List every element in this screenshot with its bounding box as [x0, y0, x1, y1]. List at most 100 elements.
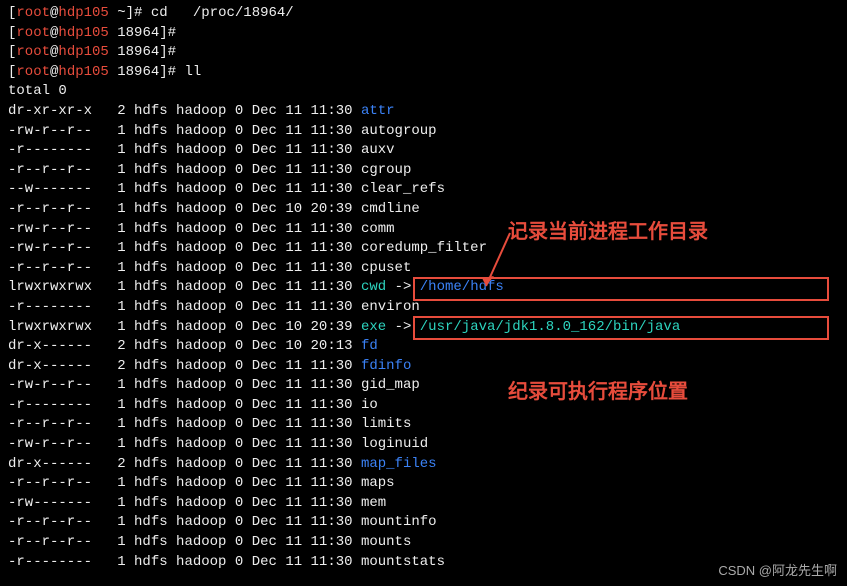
- prompt-line-4[interactable]: [root@hdp105 18964]# ll: [8, 63, 839, 83]
- prompt-line-2: [root@hdp105 18964]#: [8, 24, 839, 44]
- perm: dr-x------: [8, 338, 92, 354]
- time: 11:30: [311, 514, 353, 530]
- links: 1: [92, 162, 126, 178]
- month: Dec: [252, 416, 277, 432]
- listing-row: -r-------- 1 hdfs hadoop 0 Dec 11 11:30 …: [8, 298, 839, 318]
- perm: dr-x------: [8, 456, 92, 472]
- listing-row: lrwxrwxrwx 1 hdfs hadoop 0 Dec 11 11:30 …: [8, 278, 839, 298]
- user: hdfs: [134, 260, 168, 276]
- time: 11:30: [311, 240, 353, 256]
- user: hdfs: [134, 554, 168, 570]
- time: 11:30: [311, 416, 353, 432]
- group: hadoop: [176, 436, 226, 452]
- time: 11:30: [311, 475, 353, 491]
- link-arrow: ->: [386, 319, 420, 335]
- group: hadoop: [176, 377, 226, 393]
- listing-row: -rw-r--r-- 1 hdfs hadoop 0 Dec 11 11:30 …: [8, 376, 839, 396]
- month: Dec: [252, 475, 277, 491]
- file-name: limits: [361, 416, 411, 432]
- month: Dec: [252, 260, 277, 276]
- month: Dec: [252, 534, 277, 550]
- time: 20:39: [311, 201, 353, 217]
- group: hadoop: [176, 554, 226, 570]
- annotation-cwd: 记录当前进程工作目录: [508, 218, 708, 246]
- file-name: exe: [361, 319, 386, 335]
- links: 2: [92, 358, 126, 374]
- perm: dr-xr-xr-x: [8, 103, 92, 119]
- perm: -r--r--r--: [8, 162, 92, 178]
- size: 0: [235, 495, 243, 511]
- month: Dec: [252, 221, 277, 237]
- perm: --w-------: [8, 181, 92, 197]
- link-arrow: ->: [386, 279, 420, 295]
- size: 0: [235, 397, 243, 413]
- size: 0: [235, 456, 243, 472]
- size: 0: [235, 319, 243, 335]
- group: hadoop: [176, 279, 226, 295]
- size: 0: [235, 299, 243, 315]
- day: 11: [285, 123, 302, 139]
- user: hdfs: [134, 534, 168, 550]
- user: hdfs: [134, 240, 168, 256]
- group: hadoop: [176, 201, 226, 217]
- day: 11: [285, 299, 302, 315]
- size: 0: [235, 358, 243, 374]
- links: 1: [92, 377, 126, 393]
- time: 11:30: [311, 123, 353, 139]
- links: 1: [92, 534, 126, 550]
- perm: -r--r--r--: [8, 416, 92, 432]
- perm: -rw-r--r--: [8, 221, 92, 237]
- user: hdfs: [134, 201, 168, 217]
- time: 11:30: [311, 279, 353, 295]
- day: 11: [285, 240, 302, 256]
- prompt-line-1[interactable]: [root@hdp105 ~]# cd /proc/18964/: [8, 4, 839, 24]
- month: Dec: [252, 299, 277, 315]
- user: hdfs: [134, 279, 168, 295]
- group: hadoop: [176, 416, 226, 432]
- file-name: coredump_filter: [361, 240, 487, 256]
- links: 1: [92, 416, 126, 432]
- month: Dec: [252, 495, 277, 511]
- perm: -r--r--r--: [8, 514, 92, 530]
- size: 0: [235, 221, 243, 237]
- size: 0: [235, 416, 243, 432]
- group: hadoop: [176, 534, 226, 550]
- size: 0: [235, 279, 243, 295]
- listing-row: -rw-r--r-- 1 hdfs hadoop 0 Dec 11 11:30 …: [8, 220, 839, 240]
- links: 2: [92, 338, 126, 354]
- file-name: cpuset: [361, 260, 411, 276]
- time: 11:30: [311, 534, 353, 550]
- listing-row: -rw-r--r-- 1 hdfs hadoop 0 Dec 11 11:30 …: [8, 239, 839, 259]
- links: 1: [92, 514, 126, 530]
- links: 1: [92, 495, 126, 511]
- time: 11:30: [311, 436, 353, 452]
- file-name: auxv: [361, 142, 395, 158]
- file-name: fdinfo: [361, 358, 411, 374]
- month: Dec: [252, 142, 277, 158]
- group: hadoop: [176, 260, 226, 276]
- time: 11:30: [311, 456, 353, 472]
- group: hadoop: [176, 338, 226, 354]
- listing-row: -r--r--r-- 1 hdfs hadoop 0 Dec 11 11:30 …: [8, 513, 839, 533]
- time: 11:30: [311, 181, 353, 197]
- user: hdfs: [134, 495, 168, 511]
- user: hdfs: [134, 319, 168, 335]
- day: 11: [285, 377, 302, 393]
- file-name: map_files: [361, 456, 437, 472]
- user: hdfs: [134, 436, 168, 452]
- links: 1: [92, 397, 126, 413]
- links: 1: [92, 201, 126, 217]
- day: 11: [285, 495, 302, 511]
- month: Dec: [252, 181, 277, 197]
- day: 11: [285, 103, 302, 119]
- listing-row: -r-------- 1 hdfs hadoop 0 Dec 11 11:30 …: [8, 396, 839, 416]
- user: hdfs: [134, 377, 168, 393]
- links: 1: [92, 240, 126, 256]
- perm: lrwxrwxrwx: [8, 279, 92, 295]
- size: 0: [235, 514, 243, 530]
- day: 11: [285, 534, 302, 550]
- perm: -rw-r--r--: [8, 240, 92, 256]
- size: 0: [235, 475, 243, 491]
- listing-row: dr-xr-xr-x 2 hdfs hadoop 0 Dec 11 11:30 …: [8, 102, 839, 122]
- perm: -r--------: [8, 554, 92, 570]
